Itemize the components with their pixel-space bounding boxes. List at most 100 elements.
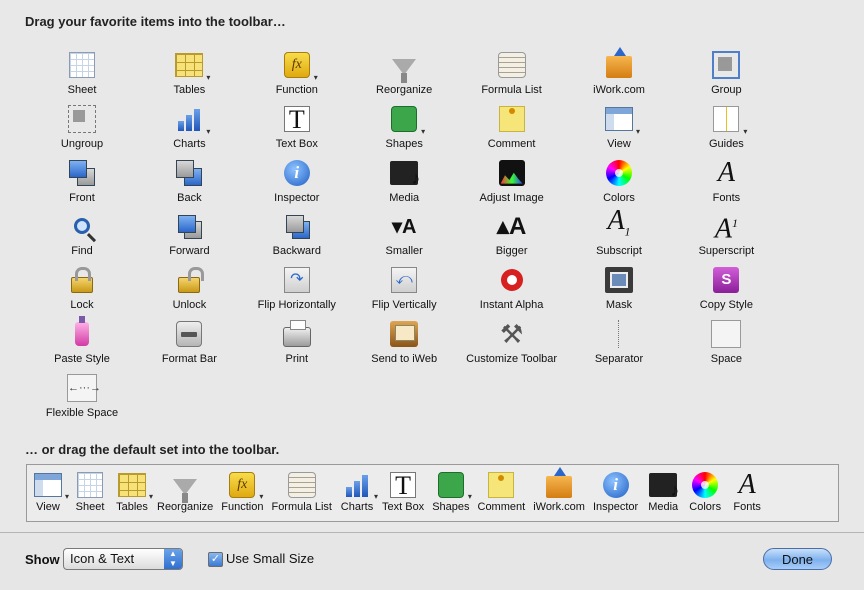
default-set-item-iwork[interactable]: iWork.com [533,467,585,513]
palette-item-label: Bigger [495,245,528,258]
palette-item-lock[interactable]: Lock [28,263,136,317]
default-set-item-label: Fonts [733,501,761,513]
palette-item-bigger[interactable]: ▴A Bigger [458,209,566,263]
palette-item-customize-toolbar[interactable]: ⚒ Customize Toolbar [458,317,566,371]
palette-item-flip-vertically[interactable]: ⤺ Flip Vertically [350,263,458,317]
default-set-item-label: Formula List [271,501,332,513]
default-set-item-reorganize[interactable]: Reorganize [157,469,213,513]
colors-icon [688,469,722,501]
palette-item-label: Flip Vertically [371,299,437,312]
palette-item-format-bar[interactable]: Format Bar [135,317,243,371]
default-set-item-label: Comment [477,501,526,513]
palette-item-iwork[interactable]: iWork.com [565,47,673,102]
default-set-item-label: iWork.com [533,501,585,513]
palette-item-instant-alpha[interactable]: Instant Alpha [458,263,566,317]
palette-item-comment[interactable]: Comment [458,102,566,156]
palette-item-label: Backward [272,245,321,258]
palette-item-label: iWork.com [593,84,645,96]
default-set-item-tables[interactable]: Tables [115,469,149,513]
default-set-item-fonts[interactable]: A Fonts [730,469,764,514]
default-set-item-view[interactable]: View [31,469,65,513]
palette-item-smaller[interactable]: ▾A Smaller [350,209,458,263]
unlock-icon [172,263,206,297]
palette-item-shapes[interactable]: Shapes [350,102,458,156]
inspector-icon: i [599,469,633,501]
flip-vertically-icon: ⤺ [387,263,421,297]
palette-item-space[interactable]: Space [672,317,780,371]
palette-item-copy-style[interactable]: S Copy Style [672,263,780,317]
palette-item-unlock[interactable]: Unlock [135,263,243,317]
default-set-item-sheet[interactable]: Sheet [73,469,107,513]
palette-item-flip-horizontally[interactable]: ↷ Flip Horizontally [243,263,351,317]
palette-item-label: Inspector [274,191,320,204]
colors-icon [602,156,636,190]
forward-icon [172,209,206,243]
default-set-item-label: Colors [689,501,722,513]
palette-item-colors[interactable]: Colors [565,156,673,210]
default-set-item-label: View [36,501,60,513]
palette-item-function[interactable]: fx Function [243,48,351,102]
find-icon [65,209,99,243]
palette-item-subscript[interactable]: A1 Subscript [565,206,673,263]
palette-item-backward[interactable]: Backward [243,209,351,263]
default-set-item-media[interactable]: Media [646,469,680,513]
default-set-item-label: Sheet [75,501,105,513]
format-bar-icon [172,317,206,351]
use-small-size-label[interactable]: Use Small Size [226,551,314,566]
palette-item-reorganize[interactable]: Reorganize [350,48,458,102]
done-button[interactable]: Done [763,548,832,570]
palette-item-label: Adjust Image [479,191,544,204]
group-icon [709,48,743,82]
palette-item-label: Fonts [712,191,741,204]
media-icon [646,469,680,501]
palette-item-print[interactable]: Print [243,317,351,371]
palette-item-charts[interactable]: Charts [135,102,243,156]
default-set-tray[interactable]: View Sheet Tables Reorganize fx Function Formu… [26,464,839,522]
comment-icon [495,102,529,136]
palette-item-label: Flip Horizontally [257,299,336,312]
select-arrows-icon: ▲ ▼ [164,549,182,569]
palette-item-inspector[interactable]: i Inspector [243,156,351,210]
palette-item-group[interactable]: Group [672,48,780,102]
palette-item-fonts[interactable]: A Fonts [672,156,780,210]
palette-item-view[interactable]: View [565,102,673,156]
instant-alpha-icon [495,263,529,297]
palette-heading: Drag your favorite items into the toolba… [25,14,286,29]
palette-item-superscript[interactable]: A1 Superscript [672,209,780,263]
palette-item-find[interactable]: Find [28,209,136,263]
palette-item-back[interactable]: Back [135,156,243,210]
default-set-item-text-box[interactable]: T Text Box [382,469,424,513]
palette-item-sheet[interactable]: Sheet [28,48,136,102]
palette-item-paste-style[interactable]: Paste Style [28,316,136,371]
palette-item-media[interactable]: Media [350,156,458,210]
default-set-item-charts[interactable]: Charts [340,469,374,513]
palette-item-formula-list[interactable]: Formula List [458,48,566,102]
default-set-item-label: Shapes [432,501,470,513]
palette-item-tables[interactable]: Tables [135,48,243,102]
default-set-item-formula-list[interactable]: Formula List [271,469,332,513]
palette-item-front[interactable]: Front [28,156,136,210]
default-set-item-shapes[interactable]: Shapes [432,469,470,513]
use-small-size-checkbox[interactable]: ✓ [208,552,223,567]
palette-item-ungroup[interactable]: Ungroup [28,102,136,156]
tables-icon [115,469,149,501]
show-select[interactable]: Icon & Text ▲ ▼ [63,548,183,570]
palette-item-label: View [607,137,631,150]
print-icon [280,317,314,351]
palette-item-text-box[interactable]: T Text Box [243,102,351,156]
default-set-item-comment[interactable]: Comment [477,469,526,513]
palette-item-label: Find [71,245,93,258]
palette-item-flexible-space[interactable]: ←···→ Flexible Space [28,371,136,425]
send-to-iweb-icon [387,317,421,351]
default-set-item-colors[interactable]: Colors [688,469,722,513]
default-set-item-function[interactable]: fx Function [221,469,263,513]
default-set-item-inspector[interactable]: i Inspector [593,469,638,513]
separator-icon [602,317,636,351]
palette-item-forward[interactable]: Forward [135,209,243,263]
palette-item-separator[interactable]: Separator [565,317,673,371]
palette-item-adjust-image[interactable]: Adjust Image [458,156,566,210]
palette-item-guides[interactable]: Guides [672,102,780,156]
palette-item-label: Ungroup [60,137,104,150]
palette-item-mask[interactable]: Mask [565,263,673,317]
palette-item-send-to-iweb[interactable]: Send to iWeb [350,317,458,371]
